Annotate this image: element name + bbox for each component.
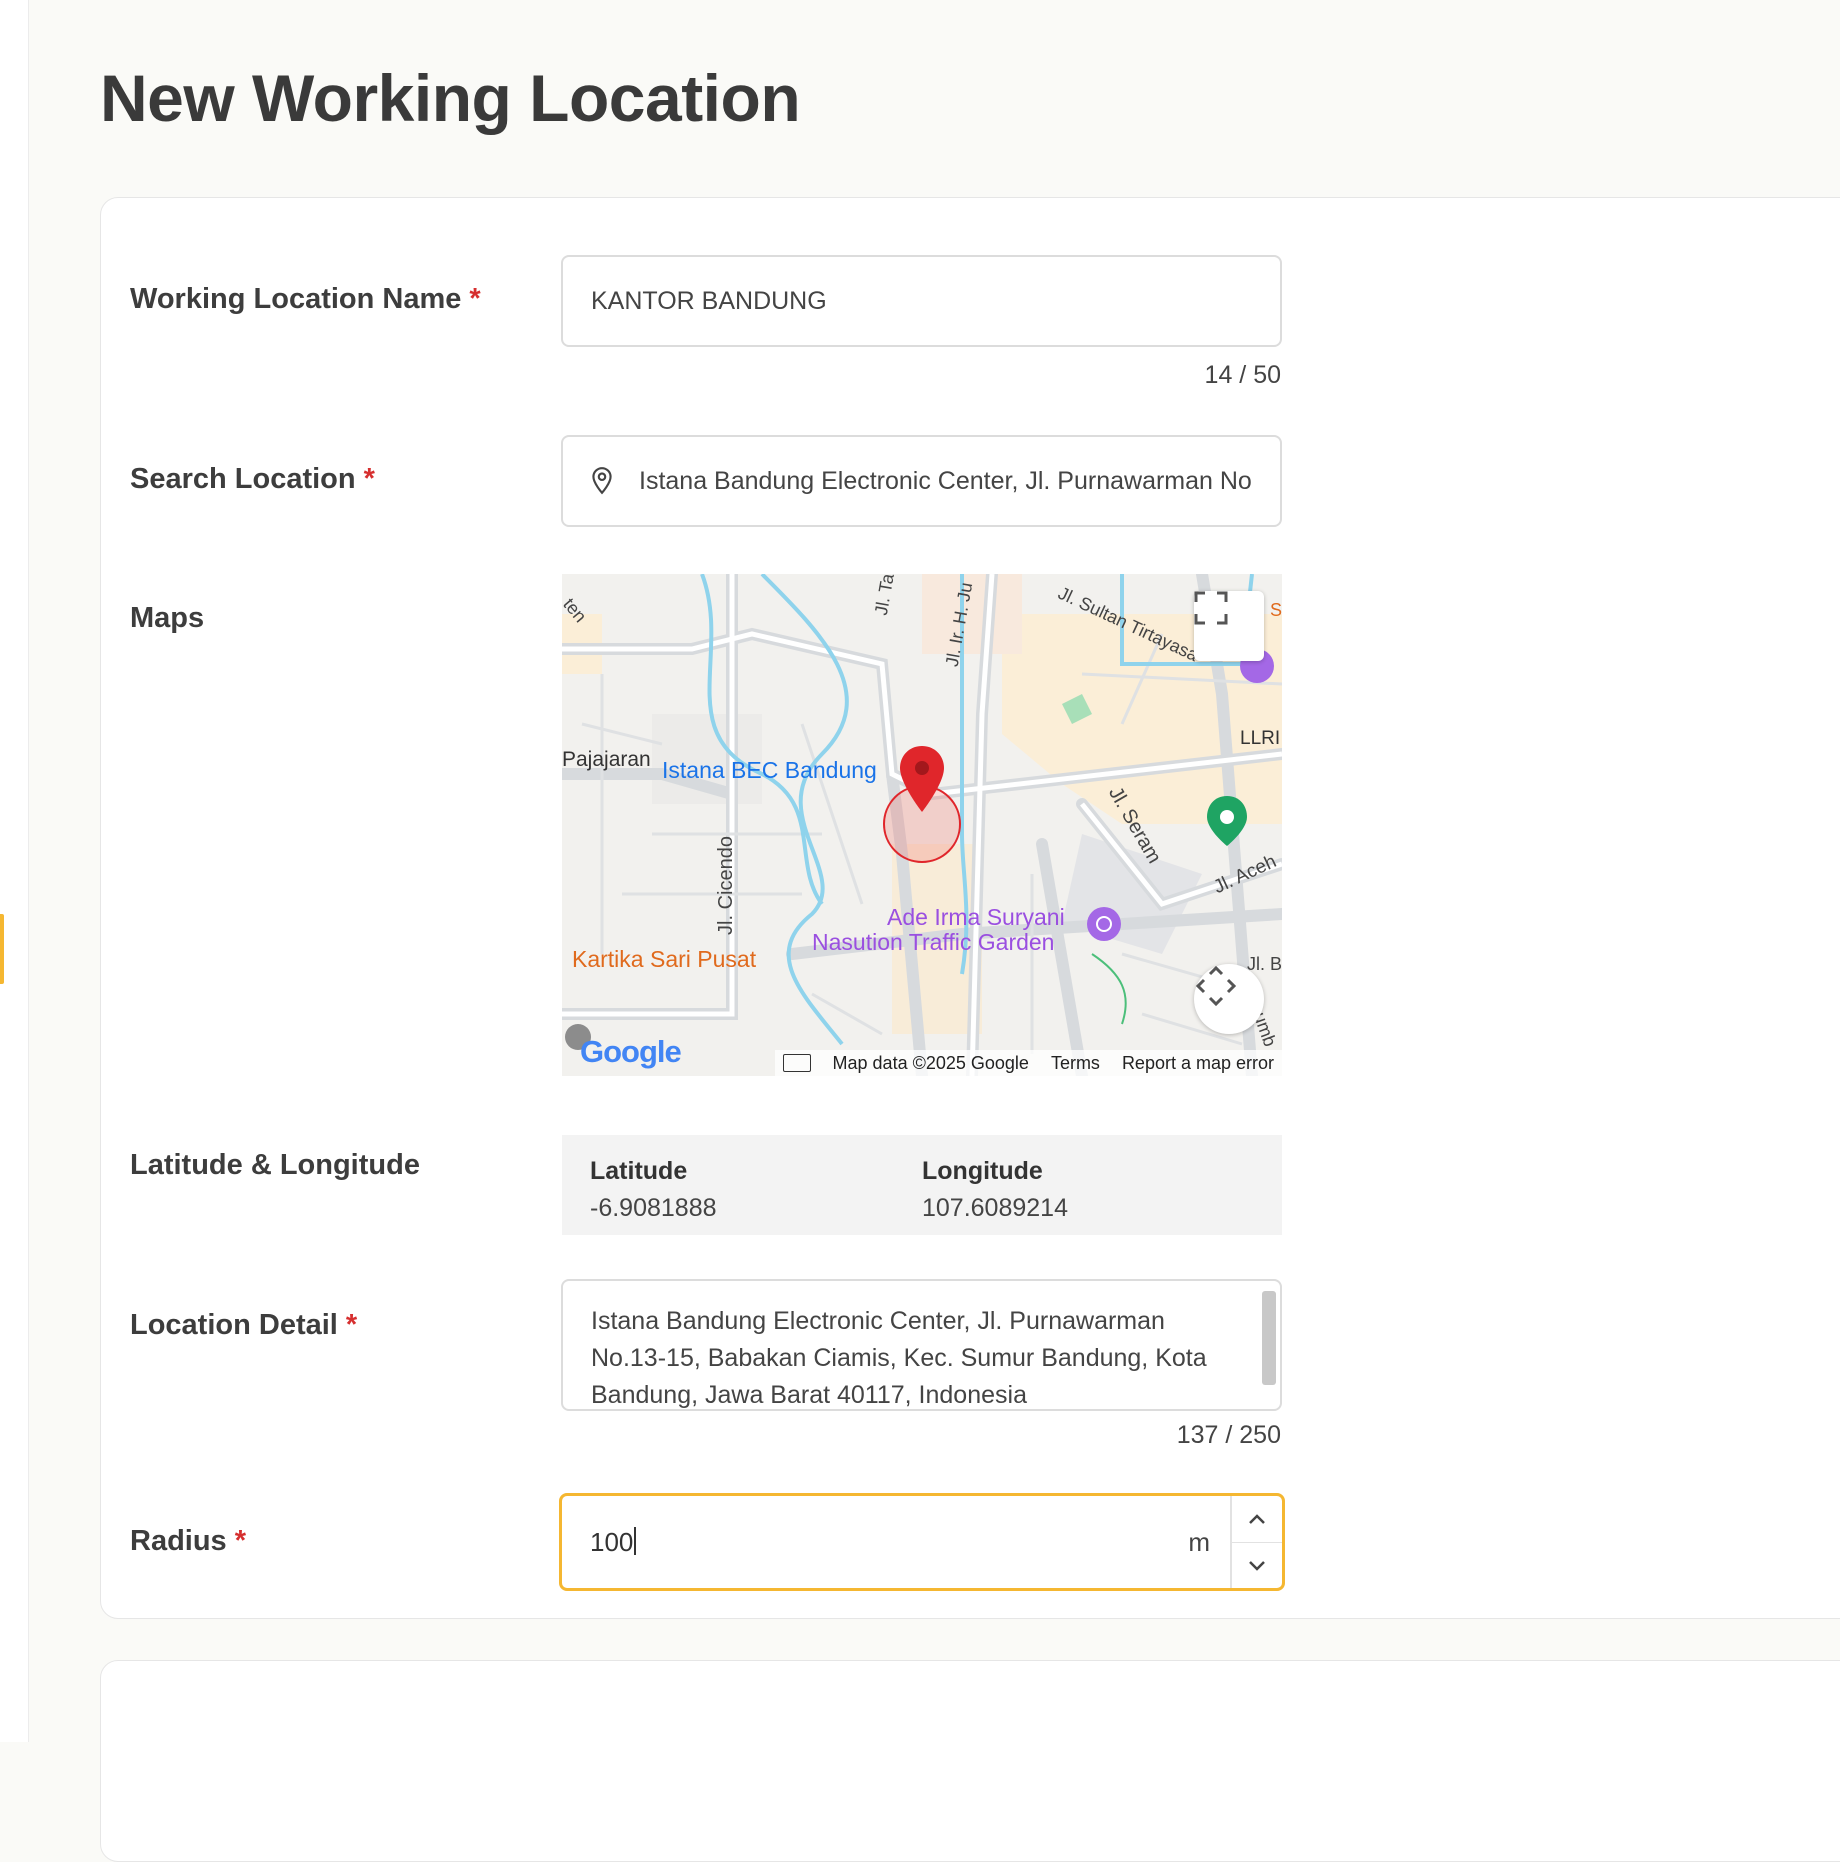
- radius-unit: m: [1188, 1527, 1210, 1557]
- side-navigation-strip: [0, 0, 29, 1742]
- map-label-cicendo: Jl. Cicendo: [714, 836, 737, 935]
- working-location-name-input[interactable]: KANTOR BANDUNG: [561, 255, 1282, 347]
- google-logo-text: Google: [580, 1034, 682, 1069]
- required-mark: *: [363, 463, 375, 495]
- location-pin-icon: [592, 467, 612, 495]
- input-value: KANTOR BANDUNG: [591, 286, 827, 315]
- latitude-heading: Latitude: [590, 1157, 688, 1185]
- lat-lng-panel: Latitude -6.9081888 Longitude 107.608921…: [562, 1135, 1282, 1235]
- fullscreen-icon: [1194, 591, 1228, 625]
- radius-stepper: [1230, 1496, 1282, 1588]
- map-label-llri: LLRI: [1240, 728, 1281, 749]
- map-attribution-bar: Map data ©2025 Google Terms Report a map…: [774, 1050, 1282, 1076]
- label-text: Radius: [130, 1525, 227, 1557]
- chevron-down-icon: [1249, 1561, 1265, 1571]
- secondary-card: [100, 1660, 1840, 1862]
- search-location-label: Search Location *: [130, 463, 375, 496]
- keyboard-shortcuts-icon[interactable]: [782, 1054, 811, 1072]
- map-label-ade-line1: Ade Irma Suryani: [887, 904, 1065, 930]
- google-logo: Google: [580, 1034, 682, 1070]
- fullscreen-button[interactable]: [1194, 591, 1264, 661]
- increment-button[interactable]: [1232, 1496, 1282, 1543]
- label-text: Location Detail: [130, 1309, 338, 1341]
- radius-number-input[interactable]: 100 m: [559, 1493, 1285, 1591]
- map-label-ade-line2: Nasution Traffic Garden: [812, 929, 1055, 955]
- active-nav-indicator: [0, 914, 4, 984]
- map-view[interactable]: Istana BEC Bandung Pajajaran Jl. Cicendo…: [562, 574, 1282, 1076]
- map-attribution: Map data ©2025 Google: [832, 1052, 1029, 1073]
- name-char-counter: 14 / 50: [1204, 361, 1281, 389]
- terms-link[interactable]: Terms: [1051, 1053, 1100, 1074]
- longitude-block: Longitude 107.6089214: [922, 1157, 1068, 1223]
- required-mark: *: [469, 283, 481, 315]
- label-text: Working Location Name: [130, 283, 462, 315]
- detail-char-counter: 137 / 250: [1176, 1421, 1281, 1449]
- latitude-block: Latitude -6.9081888: [590, 1157, 717, 1223]
- map-label-kartika: Kartika Sari Pusat: [572, 946, 757, 972]
- longitude-value: 107.6089214: [922, 1194, 1068, 1222]
- map-label-bec: Istana BEC Bandung: [662, 757, 877, 783]
- longitude-heading: Longitude: [922, 1157, 1043, 1185]
- map-pan-control[interactable]: [1194, 964, 1264, 1034]
- map-label-s: S: [1270, 600, 1282, 620]
- radius-label: Radius *: [130, 1525, 246, 1558]
- text-caret: [634, 1527, 637, 1555]
- decrement-button[interactable]: [1232, 1543, 1282, 1589]
- textarea-scrollbar[interactable]: [1262, 1291, 1276, 1385]
- location-detail-textarea[interactable]: Istana Bandung Electronic Center, Jl. Pu…: [561, 1279, 1282, 1411]
- radius-value: 100: [590, 1527, 637, 1558]
- location-detail-label: Location Detail *: [130, 1309, 357, 1342]
- label-text: Search Location: [130, 463, 356, 495]
- lat-lng-label: Latitude & Longitude: [130, 1149, 420, 1181]
- chevron-up-icon: [1249, 1514, 1265, 1524]
- required-mark: *: [234, 1525, 246, 1557]
- latitude-value: -6.9081888: [590, 1194, 717, 1222]
- report-map-error-link[interactable]: Report a map error: [1122, 1053, 1274, 1074]
- search-location-input[interactable]: Istana Bandung Electronic Center, Jl. Pu…: [561, 435, 1282, 527]
- textarea-value: Istana Bandung Electronic Center, Jl. Pu…: [591, 1307, 1207, 1409]
- radius-value-text: 100: [590, 1527, 634, 1557]
- input-value: Istana Bandung Electronic Center, Jl. Pu…: [639, 466, 1252, 495]
- maps-label: Maps: [130, 602, 205, 634]
- page-title: New Working Location: [100, 61, 801, 135]
- required-mark: *: [345, 1309, 358, 1341]
- pan-arrows-icon: [1195, 965, 1237, 1007]
- working-location-name-label: Working Location Name *: [130, 283, 481, 316]
- map-label-pajajaran: Pajajaran: [562, 748, 651, 771]
